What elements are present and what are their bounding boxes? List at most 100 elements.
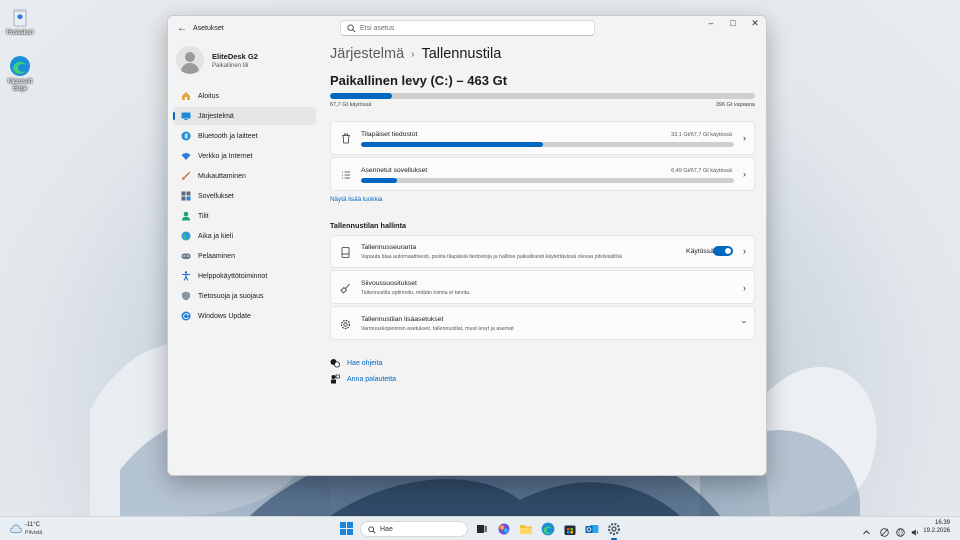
drive-title: Paikallinen levy (C:) – 463 Gt	[330, 73, 508, 88]
card-subtitle: Vapauta tilaa automaattisesti, poista ti…	[361, 254, 622, 260]
storage-sense-card[interactable]: Tallennusseuranta Vapauta tilaa automaat…	[330, 235, 755, 268]
drive-used-label: 67,7 Gt käytössä	[330, 102, 372, 108]
taskbar-search[interactable]: Hae	[360, 521, 468, 537]
file-explorer-icon[interactable]	[519, 522, 533, 536]
breadcrumb-parent[interactable]: Järjestelmä	[330, 46, 404, 62]
page-title: Tallennustila	[421, 46, 502, 62]
sidebar-item-network[interactable]: Verkko ja Internet	[173, 147, 316, 165]
desktop-icon-recycle-bin[interactable]: Roskakori	[0, 6, 40, 37]
get-help-link[interactable]: Hae ohjeita	[330, 358, 382, 368]
desktop-icon-edge[interactable]: Microsoft Edge	[0, 55, 40, 93]
settings-app-icon[interactable]	[607, 522, 621, 540]
category-installed-apps[interactable]: Asennetut sovellukset 6,49 Gt/67,7 Gt kä…	[330, 157, 755, 191]
storage-sense-toggle[interactable]	[713, 246, 733, 256]
sidebar-item-label: Pelaaminen	[198, 252, 235, 260]
category-title: Asennetut sovellukset	[361, 167, 428, 174]
category-usage: 6,49 Gt/67,7 Gt käytössä	[671, 168, 732, 174]
bluetooth-icon	[181, 131, 191, 141]
category-usage-bar	[361, 178, 734, 183]
sidebar-item-accounts[interactable]: Tilit	[173, 207, 316, 225]
account-icon	[181, 211, 191, 221]
clock-time: 16.39	[934, 520, 950, 526]
chevron-right-icon: ›	[743, 133, 746, 143]
taskbar-search-placeholder: Hae	[380, 526, 393, 533]
shield-icon	[181, 291, 191, 301]
avatar	[176, 46, 204, 74]
sidebar-item-time-language[interactable]: Aika ja kieli	[173, 227, 316, 245]
main-content: Järjestelmä › Tallennustila Paikallinen …	[330, 16, 756, 475]
sidebar-item-apps[interactable]: Sovellukset	[173, 187, 316, 205]
sidebar-item-gaming[interactable]: Pelaaminen	[173, 247, 316, 265]
gear-icon	[340, 319, 351, 330]
sidebar-item-label: Verkko ja Internet	[198, 152, 253, 160]
gamepad-icon	[181, 251, 191, 261]
sidebar-item-privacy[interactable]: Tietosuoja ja suojaus	[173, 287, 316, 305]
globe-icon	[181, 231, 191, 241]
network-icon[interactable]	[880, 524, 889, 537]
cloud-icon	[10, 524, 22, 533]
storage-drive-icon	[340, 247, 351, 258]
show-more-categories-link[interactable]: Näytä lisää luokkia	[330, 196, 383, 203]
wifi-icon	[181, 151, 191, 161]
sidebar-item-home[interactable]: Aloitus	[173, 87, 316, 105]
cleanup-recommendations-card[interactable]: Siivoussuositukset Tallennustila optimoi…	[330, 270, 755, 304]
sidebar-item-label: Tietosuoja ja suojaus	[198, 292, 264, 300]
drive-free-label: 396 Gt vapaana	[715, 102, 755, 108]
feedback-icon	[330, 374, 340, 384]
trash-icon	[340, 133, 351, 144]
card-title: Siivoussuositukset	[361, 280, 417, 287]
task-view-icon[interactable]	[475, 522, 489, 536]
sidebar-item-label: Sovellukset	[198, 192, 234, 200]
profile-account-type: Paikallinen tili	[212, 63, 249, 69]
desktop-icon-label: Roskakori	[6, 30, 34, 36]
category-temp-files[interactable]: Tilapäiset tiedostot 33,1 Gt/67,7 Gt käy…	[330, 121, 755, 155]
sidebar-nav: Aloitus Järjestelmä Bluetooth ja laittee…	[173, 87, 316, 327]
copilot-icon[interactable]	[497, 522, 511, 536]
sidebar-item-label: Tilit	[198, 212, 209, 220]
profile-name: EliteDesk G2	[212, 52, 258, 61]
store-icon[interactable]	[563, 522, 577, 536]
category-usage: 33,1 Gt/67,7 Gt käytössä	[671, 132, 732, 138]
weather-temperature: -11°C	[25, 522, 40, 528]
desktop-icon-label: Microsoft Edge	[7, 79, 33, 92]
system-clock[interactable]: 16.39 19.2.2026	[923, 520, 950, 534]
sidebar-item-label: Bluetooth ja laitteet	[198, 132, 258, 140]
give-feedback-link[interactable]: Anna palautetta	[330, 374, 396, 384]
home-icon	[181, 91, 191, 101]
system-icon	[181, 111, 191, 121]
drive-usage-bar	[330, 93, 755, 99]
outlook-icon[interactable]	[585, 522, 599, 536]
weather-widget[interactable]: -11°C Pilvistä	[8, 521, 68, 537]
chevron-up-icon[interactable]	[862, 524, 871, 535]
sidebar-item-bluetooth[interactable]: Bluetooth ja laitteet	[173, 127, 316, 145]
breadcrumb: Järjestelmä › Tallennustila	[330, 44, 501, 64]
help-icon	[330, 358, 340, 368]
toggle-state-label: Käytössä	[686, 248, 714, 255]
edge-icon[interactable]	[541, 522, 555, 536]
sidebar-item-system[interactable]: Järjestelmä	[173, 107, 316, 125]
sidebar-item-windows-update[interactable]: Windows Update	[173, 307, 316, 325]
settings-window: ← Asetukset Etsi asetus – □ ✕ EliteDesk …	[167, 15, 767, 476]
search-icon	[368, 526, 376, 534]
card-subtitle: Varmuuskopioinnin asetukset, tallennusti…	[361, 326, 514, 332]
section-heading: Tallennustilan hallinta	[330, 221, 407, 230]
sidebar-item-label: Helppokäyttötoiminnot	[198, 272, 268, 280]
chevron-right-icon: ›	[743, 246, 746, 256]
app-title: Asetukset	[193, 25, 224, 32]
edge-icon	[9, 55, 31, 77]
sidebar-item-accessibility[interactable]: Helppokäyttötoiminnot	[173, 267, 316, 285]
volume-icon[interactable]	[911, 524, 920, 536]
drive-usage-fill	[330, 93, 393, 99]
sidebar-item-label: Aloitus	[198, 92, 220, 100]
back-arrow-icon[interactable]: ←	[176, 23, 188, 35]
windows-start-icon[interactable]	[340, 522, 353, 535]
globe-network-icon[interactable]	[896, 524, 905, 537]
card-title: Tallennusseuranta	[361, 244, 417, 251]
sidebar-item-personalization[interactable]: Mukauttaminen	[173, 167, 316, 185]
accessibility-icon	[181, 271, 191, 281]
advanced-storage-settings-card[interactable]: Tallennustilan lisäasetukset Varmuuskopi…	[330, 306, 755, 340]
user-profile[interactable]: EliteDesk G2 Paikallinen tili	[176, 46, 316, 76]
recycle-bin-icon	[9, 6, 31, 28]
weather-description: Pilvistä	[25, 530, 43, 536]
category-usage-fill	[361, 142, 544, 147]
